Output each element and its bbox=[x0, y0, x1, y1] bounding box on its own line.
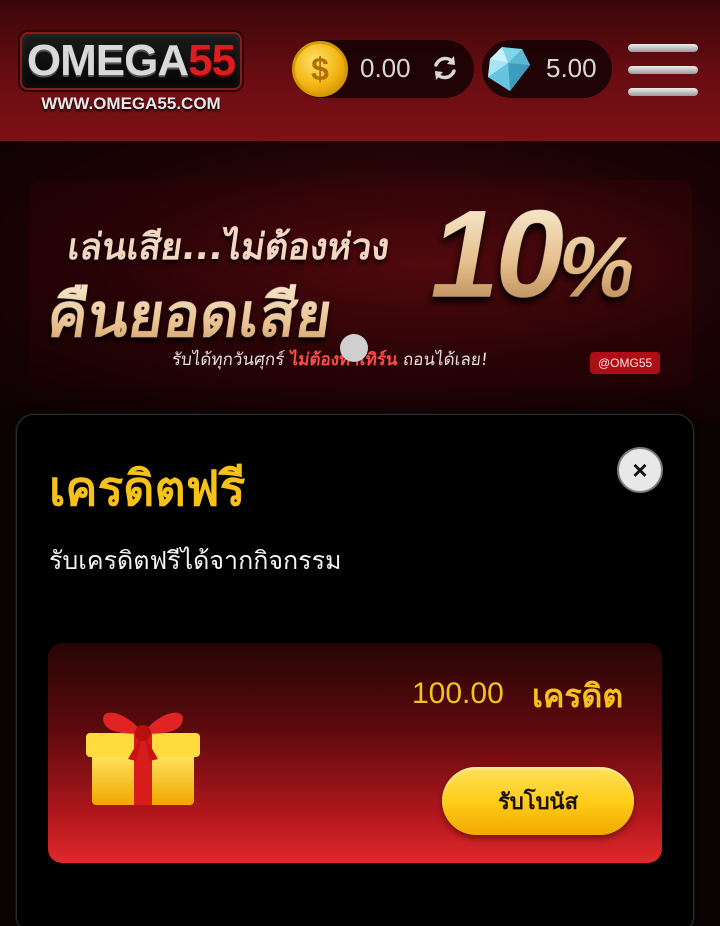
banner-sub-suffix: ถอนได้เลย! bbox=[396, 350, 489, 370]
menu-bar bbox=[628, 88, 698, 96]
gift-box-icon bbox=[86, 712, 200, 805]
menu-bar bbox=[628, 66, 698, 74]
bonus-card: 100.00 เครดิต รับโบนัส bbox=[48, 643, 662, 863]
gem-wallet[interactable]: 5.00 bbox=[482, 40, 612, 98]
coin-wallet[interactable]: $ 0.00 bbox=[292, 40, 474, 98]
banner-headline: เล่นเสีย...ไม่ต้องห่วง bbox=[64, 227, 393, 268]
claim-bonus-button[interactable]: รับโบนัส bbox=[442, 767, 634, 835]
hamburger-menu-icon[interactable] bbox=[628, 44, 698, 98]
logo-badge: OMEGA 55 bbox=[20, 32, 242, 90]
bonus-unit: เครดิต bbox=[532, 677, 624, 715]
banner-subtext: รับได้ทุกวันศุกร์ ไม่ต้องทำเทิร์น ถอนได้… bbox=[171, 346, 490, 373]
banner-percent-value: 10 bbox=[419, 186, 575, 324]
bonus-amount: 100.00 bbox=[412, 677, 504, 710]
site-logo[interactable]: OMEGA 55 WWW.OMEGA55.COM bbox=[20, 32, 242, 118]
diamond-icon bbox=[488, 47, 530, 91]
logo-url: WWW.OMEGA55.COM bbox=[41, 94, 221, 113]
refresh-icon[interactable] bbox=[430, 53, 460, 83]
logo-text-omega: OMEGA bbox=[26, 36, 189, 85]
logo-text-55: 55 bbox=[188, 36, 236, 85]
gem-balance: 5.00 bbox=[546, 53, 597, 83]
free-credit-modal: เครดิตฟรี × รับเครดิตฟรีได้จากกิจกรรม 10… bbox=[16, 414, 694, 926]
banner-percent: 10% bbox=[419, 184, 646, 326]
app-root: OMEGA 55 WWW.OMEGA55.COM $ 0.00 5.00 เล่… bbox=[0, 0, 720, 926]
line-id-badge: @OMG55 bbox=[590, 352, 661, 374]
banner-percent-sign: % bbox=[551, 220, 641, 316]
modal-title: เครดิตฟรี bbox=[49, 461, 246, 517]
coin-icon: $ bbox=[292, 41, 348, 97]
coin-balance: 0.00 bbox=[360, 53, 411, 83]
menu-bar bbox=[628, 44, 698, 52]
carousel-dot[interactable] bbox=[340, 334, 368, 362]
banner-area: เล่นเสีย...ไม่ต้องห่วง คืนยอดเสีย 10% รั… bbox=[0, 142, 720, 422]
modal-subtitle: รับเครดิตฟรีได้จากกิจกรรม bbox=[49, 546, 342, 575]
close-icon[interactable]: × bbox=[617, 447, 663, 493]
top-header: OMEGA 55 WWW.OMEGA55.COM $ 0.00 5.00 bbox=[0, 0, 720, 142]
banner-sub-prefix: รับได้ทุกวันศุกร์ bbox=[170, 350, 291, 370]
